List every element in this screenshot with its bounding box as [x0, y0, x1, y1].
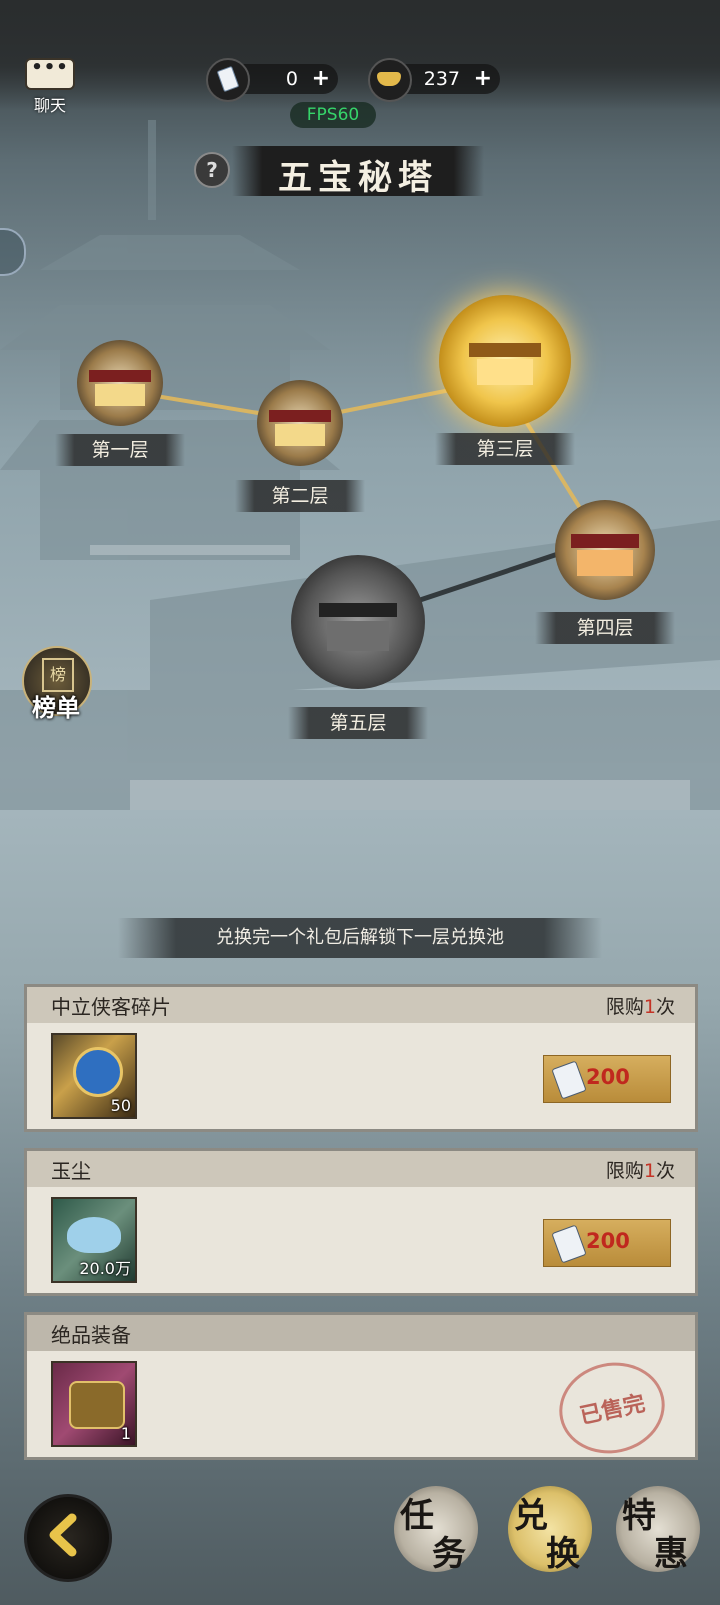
fps-counter: FPS60: [290, 102, 376, 128]
pagoda-icon: [77, 340, 163, 426]
purchase-limit: 限购1次: [605, 996, 675, 1018]
card-header: [27, 1151, 695, 1187]
shop-item-card-sold-out: 绝品装备 1 已售完: [24, 1312, 698, 1464]
price-value: 200: [586, 1065, 630, 1089]
sold-out-label: 已售完: [577, 1390, 648, 1430]
pagoda-icon: [257, 380, 343, 466]
chat-button[interactable]: ••• 聊天: [24, 58, 76, 118]
ticket-icon: [206, 58, 250, 102]
leaderboard-badge-icon: 榜: [42, 658, 74, 692]
item-quantity: 50: [110, 1096, 131, 1115]
tab-tasks-char-1: 任: [400, 1496, 434, 1536]
shop-item-card: 玉尘 限购1次 20.0万 200: [24, 1148, 698, 1296]
tab-tasks[interactable]: 任 务: [394, 1486, 478, 1574]
shop-item-card: 中立侠客碎片 限购1次 50 200: [24, 984, 698, 1132]
price-value: 200: [586, 1229, 630, 1253]
add-gold-button[interactable]: +: [474, 64, 492, 94]
gold-ingot-icon: [368, 58, 412, 102]
sold-out-stamp: 已售完: [550, 1352, 674, 1464]
ticket-resource: 0 +: [206, 58, 338, 102]
tab-special-char-2: 惠: [654, 1534, 688, 1574]
floor-label: 第二层: [235, 480, 365, 512]
tab-exchange-char-2: 换: [546, 1534, 580, 1574]
ticket-icon: [551, 1224, 587, 1264]
tab-exchange[interactable]: 兑 换: [508, 1486, 592, 1574]
top-bar: [0, 0, 720, 110]
buy-button[interactable]: 200: [543, 1055, 671, 1103]
item-name: 绝品装备: [51, 1323, 131, 1347]
pagoda-locked-icon: [291, 555, 425, 689]
back-button[interactable]: [24, 1494, 112, 1582]
floor-2[interactable]: 第二层: [235, 380, 365, 515]
equipment-chest-icon[interactable]: 1: [51, 1361, 137, 1447]
pagoda-icon: [555, 500, 655, 600]
jade-dust-icon[interactable]: 20.0万: [51, 1197, 137, 1283]
tab-tasks-char-2: 务: [432, 1534, 466, 1574]
item-name: 玉尘: [51, 1159, 91, 1183]
help-button[interactable]: ?: [194, 152, 230, 188]
purchase-limit: 限购1次: [605, 1160, 675, 1182]
leaderboard-label: 榜单: [32, 693, 80, 722]
floor-1[interactable]: 第一层: [55, 340, 185, 480]
buy-button[interactable]: 200: [543, 1219, 671, 1267]
ticket-icon: [551, 1060, 587, 1100]
tab-exchange-char-1: 兑: [514, 1496, 548, 1536]
pagoda-glow-icon: [439, 295, 571, 427]
floor-label: 第一层: [55, 434, 185, 466]
floor-5-locked[interactable]: 第五层: [283, 555, 433, 745]
floor-3-current[interactable]: 第三层: [425, 295, 585, 475]
page-title: 五宝秘塔: [278, 158, 438, 198]
add-ticket-button[interactable]: +: [312, 64, 330, 94]
floor-label: 第三层: [435, 433, 575, 465]
gold-resource: 237 +: [368, 58, 500, 102]
item-quantity: 1: [120, 1424, 131, 1443]
chat-label: 聊天: [33, 96, 66, 115]
tab-special-char-1: 特: [622, 1496, 656, 1536]
floor-label: 第四层: [535, 612, 675, 644]
chevron-left-icon: [49, 1513, 77, 1557]
floor-4[interactable]: 第四层: [535, 500, 675, 650]
floor-label: 第五层: [288, 707, 428, 739]
tab-special-offers[interactable]: 特 惠: [616, 1486, 700, 1574]
ticket-count: 0: [285, 68, 298, 90]
unlock-hint: 兑换完一个礼包后解锁下一层兑换池: [118, 918, 602, 958]
hero-fragment-icon[interactable]: 50: [51, 1033, 137, 1119]
item-quantity: 20.0万: [79, 1259, 131, 1278]
item-name: 中立侠客碎片: [51, 995, 171, 1019]
gold-count: 237: [423, 68, 460, 90]
chat-bubble-icon: •••: [25, 58, 75, 90]
